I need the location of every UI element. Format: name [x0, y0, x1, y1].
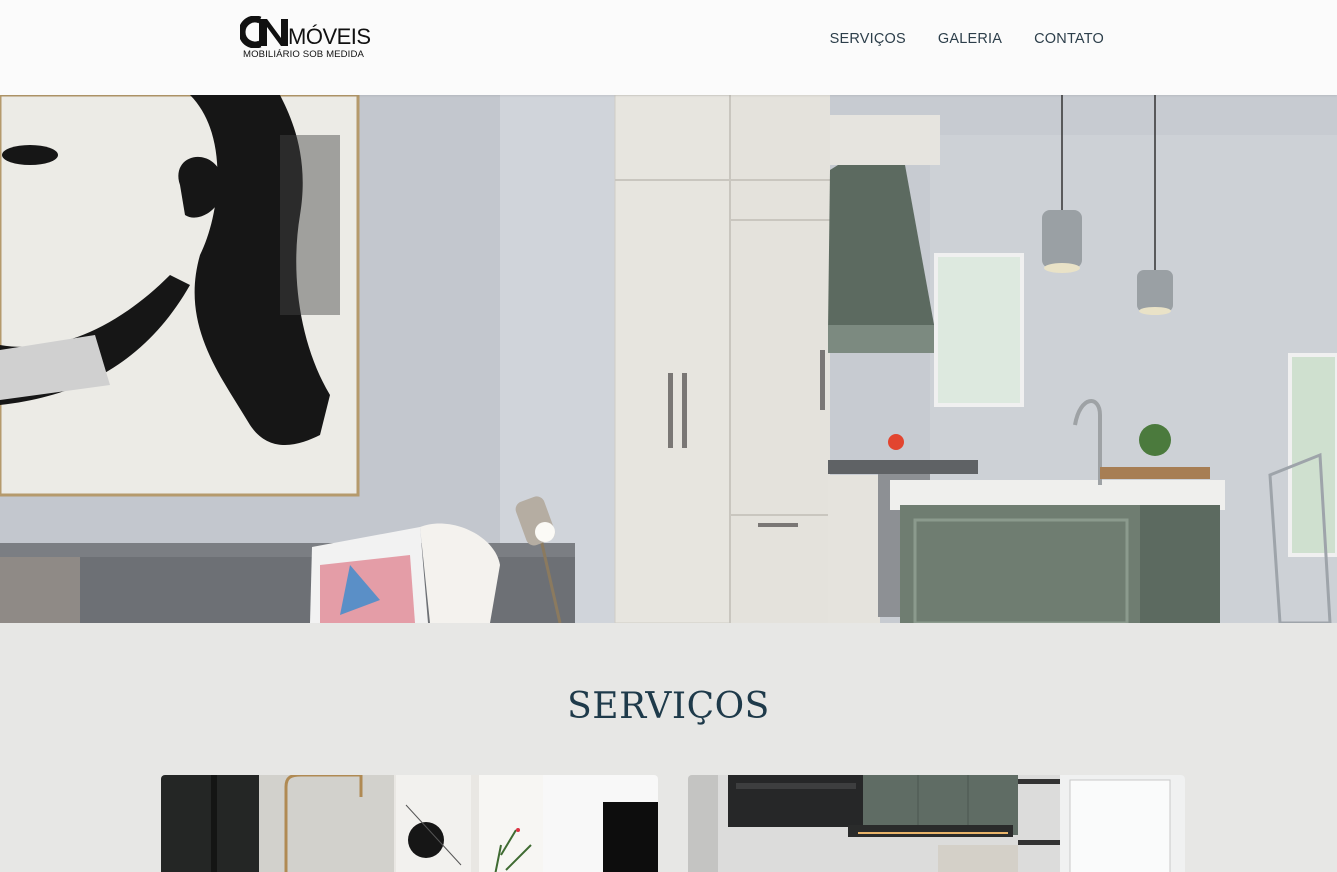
logo-mark-icon — [240, 16, 288, 48]
logo-tagline: MOBILIÁRIO SOB MEDIDA — [243, 49, 364, 60]
service-card-interior[interactable] — [161, 775, 658, 872]
nav-item-galeria[interactable]: GALERIA — [938, 31, 1002, 47]
nav-item-contato[interactable]: CONTATO — [1034, 31, 1104, 47]
tall-cabinets — [614, 95, 830, 623]
service-card-image — [161, 775, 658, 872]
main-nav: SERVIÇOS GALERIA CONTATO — [830, 31, 1104, 47]
service-card-image — [688, 775, 1185, 872]
window-left — [934, 253, 1024, 407]
wall-artwork — [0, 95, 360, 497]
lower-cabinet — [828, 475, 880, 623]
services-heading: SERVIÇOS — [567, 686, 770, 727]
hero-image — [0, 95, 1337, 623]
nav-item-servicos[interactable]: SERVIÇOS — [830, 31, 906, 47]
brand-logo[interactable]: MÓVEIS MOBILIÁRIO SOB MEDIDA — [240, 16, 372, 62]
logo-word: MÓVEIS — [288, 24, 371, 49]
site-header: MÓVEIS MOBILIÁRIO SOB MEDIDA SERVIÇOS GA… — [0, 0, 1337, 95]
service-card-kitchen[interactable] — [688, 775, 1185, 872]
window-right — [1288, 353, 1337, 557]
